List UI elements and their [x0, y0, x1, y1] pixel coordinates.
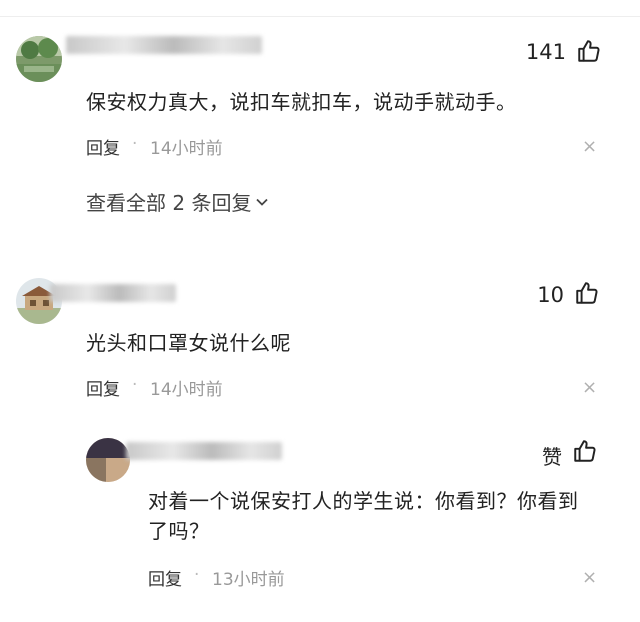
view-all-replies-button[interactable]: 查看全部 2 条回复 [86, 187, 269, 216]
reply-button[interactable]: 回复 [86, 134, 120, 159]
timestamp: 14小时前 [150, 380, 223, 400]
username-redacted [66, 36, 262, 54]
close-icon[interactable]: × [582, 136, 597, 157]
timestamp: 13小时前 [212, 570, 285, 590]
like-count: 141 [525, 40, 566, 64]
separator: · [132, 375, 138, 395]
comment-text: 光头和口罩女说什么呢 [86, 331, 291, 355]
avatar[interactable] [16, 36, 62, 82]
close-icon[interactable]: × [582, 377, 597, 398]
like-count: 10 [537, 283, 564, 307]
view-all-label: 查看全部 2 条回复 [86, 191, 252, 215]
username-redacted [126, 442, 282, 460]
thumbs-up-icon[interactable] [576, 38, 602, 64]
thumbs-up-icon[interactable] [572, 438, 598, 464]
top-divider [0, 16, 640, 17]
thumbs-up-icon[interactable] [574, 280, 600, 306]
separator: · [194, 565, 200, 585]
comment-text: 保安权力真大，说扣车就扣车，说动手就动手。 [86, 90, 517, 114]
separator: · [132, 134, 138, 154]
close-icon[interactable]: × [582, 567, 597, 588]
reply-button[interactable]: 回复 [86, 375, 120, 400]
like-label: 赞 [542, 445, 562, 469]
timestamp: 14小时前 [150, 139, 223, 159]
username-redacted [50, 284, 176, 302]
avatar[interactable] [86, 438, 130, 482]
reply-button[interactable]: 回复 [148, 565, 182, 590]
reply-text-line1: 对着一个说保安打人的学生说：你看到？你看到 [148, 489, 579, 513]
chevron-down-icon [256, 198, 269, 206]
reply-text-line2: 了吗？ [148, 519, 210, 543]
